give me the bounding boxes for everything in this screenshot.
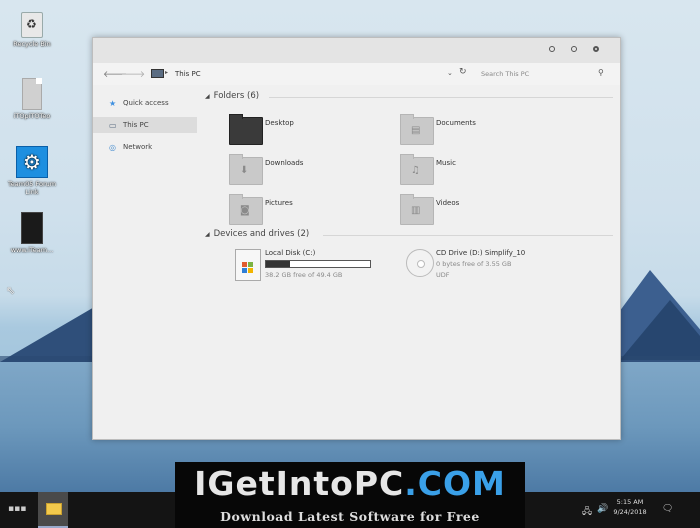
- shortcut-icon: [21, 212, 43, 244]
- search-placeholder: Search This PC: [481, 70, 530, 78]
- clock-date: 9/24/2018: [613, 508, 647, 516]
- sidebar-item-this-pc[interactable]: ▭ This PC: [93, 117, 197, 133]
- file-icon: [22, 78, 42, 110]
- recycle-bin-icon: [21, 12, 43, 38]
- sidebar-item-network[interactable]: ◎ Network: [93, 139, 197, 155]
- drive-free-space: 38.2 GB free of 49.4 GB: [265, 271, 343, 279]
- folder-music[interactable]: ♫ Music: [400, 154, 560, 191]
- desktop-icon-web-link[interactable]: www.iTeam...: [2, 212, 62, 254]
- computer-icon: [151, 69, 164, 78]
- folder-label: Desktop: [265, 119, 294, 127]
- start-button[interactable]: ▪▪▪: [8, 504, 28, 516]
- clock-time: 5:15 AM: [616, 498, 644, 506]
- drives-group-header[interactable]: ◢ Devices and drives (2): [205, 229, 309, 239]
- watermark-title: IGetIntoPC.COM: [175, 464, 525, 503]
- drive-name: Local Disk (C:): [265, 249, 316, 257]
- drive-filesystem: UDF: [436, 271, 450, 279]
- content-pane: ◢ Folders (6) Desktop ▤ Documents ⬇ Downl…: [199, 85, 619, 438]
- taskbar-file-explorer-button[interactable]: [38, 492, 68, 528]
- desktop-icon-label: Recycle Bin: [13, 40, 51, 48]
- sidebar-item-label: Network: [123, 143, 153, 151]
- folder-downloads[interactable]: ⬇ Downloads: [229, 154, 389, 191]
- action-center-icon[interactable]: 🗨: [662, 504, 673, 514]
- desktop-icon-recycle-bin[interactable]: Recycle Bin: [2, 12, 62, 48]
- group-title: Devices and drives (2): [213, 229, 310, 239]
- cd-drive-icon: [406, 249, 434, 277]
- collapse-caret-icon: ◢: [205, 93, 210, 100]
- wallpaper-mountain: [620, 300, 700, 360]
- search-icon[interactable]: ⚲: [598, 68, 604, 77]
- group-title: Folders (6): [213, 91, 260, 101]
- divider: [269, 97, 613, 98]
- computer-icon: ▭: [109, 121, 117, 130]
- drive-cd-d[interactable]: CD Drive (D:) Simplify_10 0 bytes free o…: [406, 249, 586, 283]
- videos-folder-icon: ▥: [400, 194, 434, 225]
- music-folder-icon: ♫: [400, 154, 434, 185]
- folder-documents[interactable]: ▤ Documents: [400, 114, 560, 151]
- folder-label: Documents: [436, 119, 476, 127]
- folder-desktop[interactable]: Desktop: [229, 114, 389, 151]
- pictures-folder-icon: ◙: [229, 194, 263, 225]
- downloads-folder-icon: ⬇: [229, 154, 263, 185]
- desktop-icon-label: www.iTeam...: [10, 246, 54, 254]
- disk-usage-fill: [266, 261, 290, 267]
- divider: [323, 235, 613, 236]
- folder-label: Music: [436, 159, 456, 167]
- watermark-title-domain: .COM: [404, 464, 506, 503]
- documents-folder-icon: ▤: [400, 114, 434, 145]
- forward-arrow-icon[interactable]: 🡒: [121, 69, 145, 80]
- desktop-folder-icon: [229, 114, 263, 145]
- desktop-icon-label: Team05 Forum Link: [7, 180, 57, 196]
- address-bar: 🡐 🡒 ▸ This PC ⌄ ↻ Search This PC ⚲: [93, 63, 620, 85]
- navigation-pane: ★ Quick access ▭ This PC ◎ Network: [93, 85, 199, 438]
- folder-label: Pictures: [265, 199, 293, 207]
- file-explorer-window: 🡐 🡒 ▸ This PC ⌄ ↻ Search This PC ⚲ ★ Qui…: [92, 37, 621, 440]
- sidebar-item-label: Quick access: [123, 99, 169, 107]
- breadcrumb-chevron-icon[interactable]: ▸: [165, 69, 168, 76]
- watermark-banner: IGetIntoPC.COM Download Latest Software …: [175, 462, 525, 528]
- watermark-title-main: IGetIntoPC: [194, 464, 405, 503]
- minimize-button[interactable]: [549, 46, 555, 52]
- maximize-button[interactable]: [571, 46, 577, 52]
- sidebar-item-quick-access[interactable]: ★ Quick access: [93, 95, 197, 111]
- star-icon: ★: [109, 99, 117, 108]
- folder-videos[interactable]: ▥ Videos: [400, 194, 560, 231]
- chevron-down-icon[interactable]: ⌄: [447, 69, 453, 77]
- gear-icon: ⚙: [16, 146, 48, 178]
- drive-free-space: 0 bytes free of 3.55 GB: [436, 260, 512, 268]
- system-clock[interactable]: 5:15 AM 9/24/2018: [610, 497, 650, 517]
- collapse-caret-icon: ◢: [205, 231, 210, 238]
- breadcrumb[interactable]: This PC: [175, 70, 201, 78]
- volume-tray-icon[interactable]: 🔊: [597, 504, 608, 514]
- disk-usage-bar: [265, 260, 371, 268]
- refresh-icon[interactable]: ↻: [459, 67, 467, 77]
- folders-group-header[interactable]: ◢ Folders (6): [205, 91, 259, 101]
- windows-logo-icon: [242, 262, 254, 274]
- desktop-icon-forum-link[interactable]: ⚙ Team05 Forum Link: [2, 146, 62, 196]
- close-button[interactable]: [593, 46, 599, 52]
- drive-local-disk-c[interactable]: Local Disk (C:) 38.2 GB free of 49.4 GB: [235, 249, 385, 283]
- network-icon: ◎: [109, 143, 116, 152]
- title-bar[interactable]: [93, 38, 620, 63]
- network-tray-icon[interactable]: 🖧: [582, 504, 592, 520]
- folder-pictures[interactable]: ◙ Pictures: [229, 194, 389, 231]
- desktop-icon-label: iTOpiTOTeo: [13, 112, 51, 120]
- folder-label: Downloads: [265, 159, 304, 167]
- drive-name: CD Drive (D:) Simplify_10: [436, 249, 526, 257]
- hard-drive-icon: [235, 249, 261, 281]
- mouse-cursor-icon: ⇖: [6, 284, 16, 297]
- desktop-icon-file[interactable]: iTOpiTOTeo: [2, 78, 62, 120]
- watermark-subtitle: Download Latest Software for Free: [220, 509, 480, 524]
- sidebar-item-label: This PC: [123, 121, 149, 129]
- folder-label: Videos: [436, 199, 460, 207]
